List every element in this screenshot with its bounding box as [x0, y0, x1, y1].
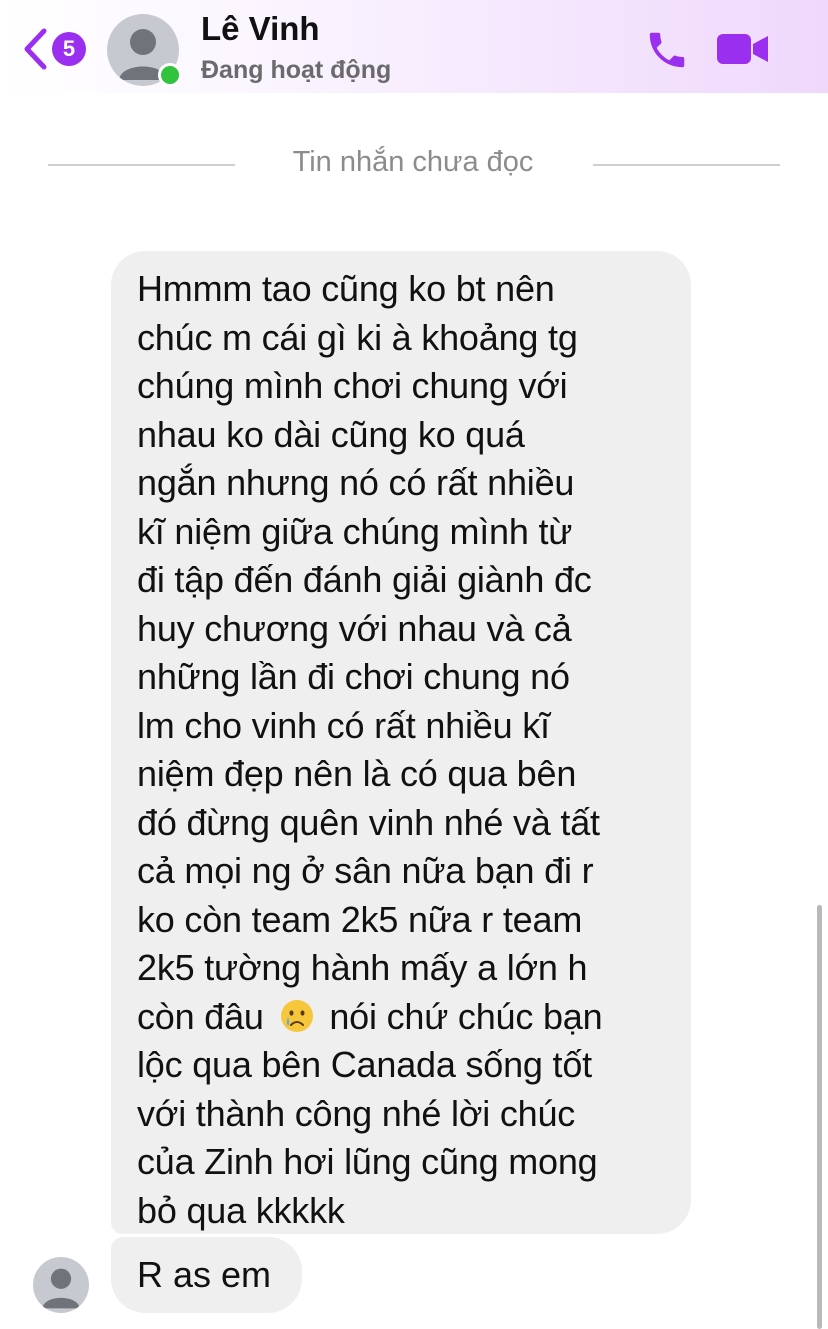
- message-line: bỏ qua kkkkk: [137, 1189, 345, 1231]
- sender-avatar[interactable]: [33, 1257, 89, 1313]
- phone-icon: [649, 32, 685, 68]
- back-button[interactable]: 5: [22, 26, 92, 72]
- message-line: chúc m cái gì ki à khoảng tg: [137, 316, 578, 358]
- message-text: R as em: [137, 1254, 272, 1295]
- message-line: ngắn nhưng nó có rất nhiều: [137, 462, 575, 503]
- divider-line-left: [48, 164, 235, 166]
- video-call-button[interactable]: [716, 31, 770, 72]
- message-line: đó đừng quên vinh nhé và tất: [137, 801, 600, 843]
- message-line: lm cho vinh có rất nhiều kĩ: [137, 704, 550, 746]
- voice-call-button[interactable]: [644, 27, 690, 78]
- message-line: 2k5 tường hành mấy a lớn h: [137, 947, 588, 988]
- divider-line-right: [593, 164, 780, 166]
- message-line: ko còn team 2k5 nữa r team: [137, 898, 583, 940]
- contact-status: Đang hoạt động: [201, 56, 392, 84]
- message-line: huy chương với nhau và cả: [137, 607, 572, 649]
- message-line: với thành công nhé lời chúc: [137, 1092, 576, 1134]
- chat-header: 5 Lê Vinh Đang hoạt động: [0, 0, 828, 93]
- message-line-with-emoji: còn đâu nói chứ chúc bạn: [137, 993, 671, 1042]
- message-line: nhau ko dài cũng ko quá: [137, 413, 525, 455]
- message-line: lộc qua bên Canada sống tốt: [137, 1044, 592, 1085]
- message-line: Hmmm tao cũng ko bt nên: [137, 268, 555, 309]
- message-line: cả mọi ng ở sân nữa bạn đi r: [137, 850, 594, 891]
- message-line: niệm đẹp nên là có qua bên: [137, 753, 577, 794]
- message-text: còn đâu: [137, 995, 264, 1037]
- contact-name[interactable]: Lê Vinh: [201, 10, 320, 48]
- message-line: kĩ niệm giữa chúng mình từ: [137, 510, 573, 552]
- message-bubble[interactable]: R as em: [111, 1237, 302, 1313]
- avatar-placeholder-icon: [42, 1268, 80, 1309]
- message-line: đi tập đến đánh giải giành đc: [137, 559, 592, 600]
- message-text: nói chứ chúc bạn: [329, 995, 603, 1037]
- message-bubble[interactable]: Hmmm tao cũng ko bt nên chúc m cái gì ki…: [111, 251, 691, 1234]
- unread-divider-label: Tin nhắn chưa đọc: [292, 146, 534, 178]
- back-chevron-icon: [22, 26, 48, 72]
- message-line: những lần đi chơi chung nó: [137, 656, 570, 697]
- scrollbar[interactable]: [817, 905, 822, 1329]
- unread-count-badge: 5: [52, 32, 86, 66]
- message-line: chúng mình chơi chung với: [137, 365, 568, 406]
- crying-face-emoji-icon: [280, 999, 313, 1032]
- video-camera-icon: [717, 34, 768, 64]
- online-status-dot: [158, 63, 182, 87]
- message-line: của Zinh hơi lũng cũng mong: [137, 1141, 598, 1182]
